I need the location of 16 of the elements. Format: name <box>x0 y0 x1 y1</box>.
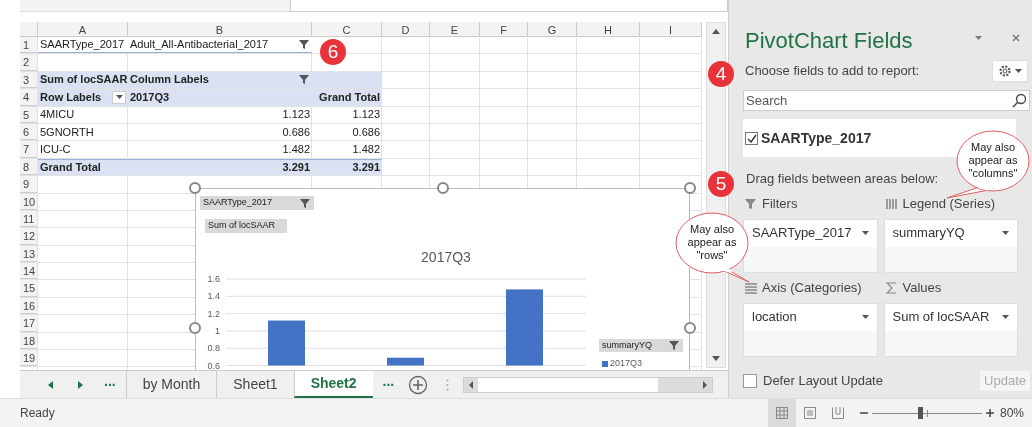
axis-label: 1 <box>215 325 220 336</box>
area-title: Axis (Categories) <box>762 278 862 297</box>
panel-title: PivotChart Fields <box>745 30 913 52</box>
axis-label: 1.2 <box>207 308 220 319</box>
axis-label: 1.6 <box>207 274 220 284</box>
legend-label: 2017Q3 <box>610 357 643 370</box>
chart-title: 2017Q3 <box>420 248 472 267</box>
panel-instruction: Choose fields to add to report: <box>745 62 920 81</box>
area-title: Legend (Series) <box>902 194 995 213</box>
panel-instruction: Drag fields between areas below: <box>746 170 939 188</box>
axis-label: 0.6 <box>207 360 220 370</box>
area-title: Filters <box>762 194 798 213</box>
status-text: Ready <box>20 405 55 422</box>
axis-label: 0.8 <box>207 343 220 354</box>
axis-label: 1.4 <box>207 291 220 302</box>
area-title: Values <box>902 278 942 297</box>
